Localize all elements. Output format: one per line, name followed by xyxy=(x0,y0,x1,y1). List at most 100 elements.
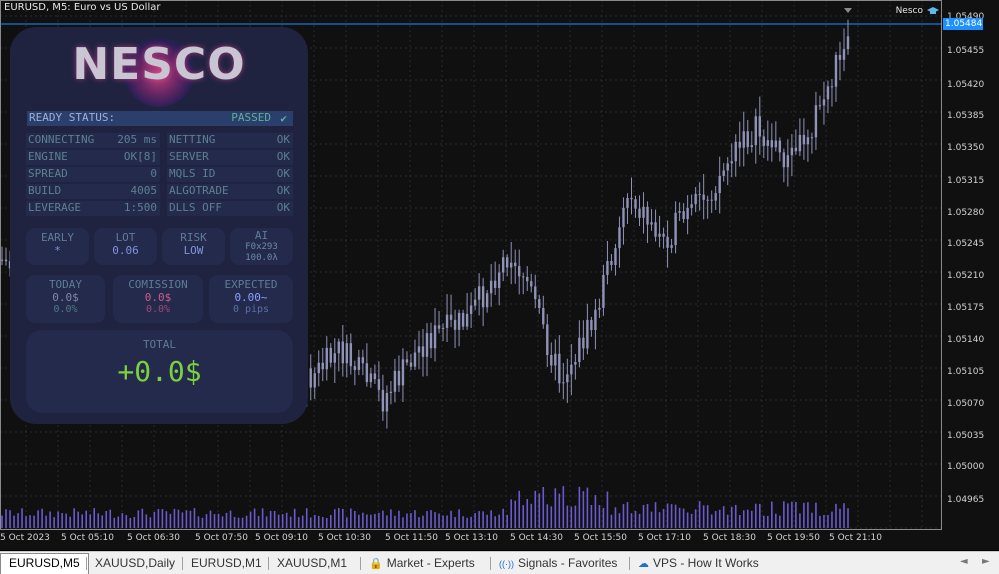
candle-body xyxy=(349,343,353,367)
time-tick-label: 5 Oct 15:50 xyxy=(574,533,627,543)
tab-separator xyxy=(86,557,87,570)
ai-value-2: 100.0λ xyxy=(245,253,278,263)
candle-body xyxy=(510,262,513,268)
tab-eurusd-m1[interactable]: EURUSD,M1 xyxy=(183,554,270,573)
time-tick-label: 5 Oct 2023 xyxy=(0,533,50,543)
candle-body xyxy=(453,319,457,330)
candle-body xyxy=(341,341,345,364)
stat-value: OK xyxy=(276,150,290,163)
candle-body xyxy=(485,293,489,308)
candle-body xyxy=(682,211,685,220)
price-tick-label: 1.05105 xyxy=(947,367,985,377)
tab-label: VPS - How It Works xyxy=(653,556,759,570)
candle-body xyxy=(313,373,316,388)
candle-body xyxy=(642,206,645,218)
candle-body xyxy=(650,222,653,225)
candle-body xyxy=(686,207,689,220)
candle-body xyxy=(477,286,481,300)
stat-value: OK[8] xyxy=(123,150,157,163)
stat-key: SERVER xyxy=(169,150,209,163)
candle-body xyxy=(562,382,565,384)
candle-body xyxy=(333,353,336,363)
candle-body xyxy=(550,354,553,366)
candle-body xyxy=(670,245,673,248)
candle-body xyxy=(722,170,725,176)
candle-body xyxy=(810,137,814,139)
tab-market-experts[interactable]: 🔒 Market - Experts xyxy=(361,554,483,573)
candle-body xyxy=(469,305,473,314)
time-tick-label: 5 Oct 18:30 xyxy=(703,533,756,543)
candle-body xyxy=(309,368,312,388)
early-label: EARLY xyxy=(40,231,75,244)
time-tick-label: 5 Oct 13:10 xyxy=(445,533,498,543)
expected-box: EXPECTED 0.00~ 0 pips xyxy=(209,275,293,323)
candle-body xyxy=(534,286,537,300)
candle-body xyxy=(317,362,320,374)
price-tick-label: 1.05420 xyxy=(947,80,985,90)
tab-xauusd-daily[interactable]: XAUUSD,Daily xyxy=(87,554,183,573)
price-tick-label: 1.05280 xyxy=(947,208,985,218)
stat-key: BUILD xyxy=(28,184,62,197)
candle-body xyxy=(0,259,4,261)
candle-body xyxy=(554,353,557,366)
candle-body xyxy=(598,307,601,310)
candle-body xyxy=(325,347,328,370)
price-tick-label: 1.05035 xyxy=(947,431,985,441)
candle-body xyxy=(602,274,605,308)
price-tick-label: 1.05315 xyxy=(947,176,985,186)
candle-body xyxy=(329,347,332,363)
time-tick-label: 5 Oct 11:50 xyxy=(385,533,438,543)
today-sub: 0.0% xyxy=(53,304,78,315)
tab-xauusd-m1[interactable]: XAUUSD,M1 xyxy=(269,554,355,573)
candle-body xyxy=(558,353,561,384)
candle-body xyxy=(530,281,533,287)
stat-key: CONNECTING xyxy=(28,133,95,146)
expected-label: EXPECTED xyxy=(224,278,278,291)
candle-body xyxy=(794,147,798,152)
stat-key: NETTING xyxy=(169,133,216,146)
candle-body xyxy=(461,312,465,327)
chart-area[interactable]: EURUSD, M5: Euro vs US Dollar Nesco NESC… xyxy=(0,0,999,550)
tab-eurusd-m5[interactable]: EURUSD,M5 xyxy=(0,553,89,574)
candle-body xyxy=(381,389,385,412)
candle-body xyxy=(393,370,397,392)
price-tick-label: 1.05385 xyxy=(947,111,985,121)
expert-advisor-label[interactable]: Nesco xyxy=(896,6,939,16)
risk-value: LOW xyxy=(183,244,204,257)
price-tick-label: 1.04965 xyxy=(947,495,985,505)
candle-body xyxy=(526,277,529,282)
candle-body xyxy=(481,286,485,308)
candle-body xyxy=(666,236,669,248)
candle-body xyxy=(505,257,509,268)
candle-body xyxy=(345,343,349,364)
candle-body xyxy=(582,337,585,349)
tab-vps-how-it-works[interactable]: ☁ VPS - How It Works xyxy=(630,554,767,573)
lot-value: 0.06 xyxy=(112,244,139,257)
price-tick-label: 1.05070 xyxy=(947,399,985,409)
candle-body xyxy=(698,193,701,195)
candle-body xyxy=(758,116,761,137)
stat-row: CONNECTING 205 ms xyxy=(26,133,160,148)
candle-body xyxy=(626,197,629,208)
stat-key: ENGINE xyxy=(28,150,68,163)
candle-body xyxy=(754,116,757,146)
candle-body xyxy=(614,248,617,265)
tab-label: Signals - Favorites xyxy=(518,556,618,570)
candle-body xyxy=(814,105,818,138)
candle-body xyxy=(353,366,357,370)
candle-body xyxy=(646,206,649,225)
candle-body xyxy=(618,227,621,249)
tab-signals-favorites[interactable]: ((·)) Signals - Favorites xyxy=(491,554,625,573)
candle-body xyxy=(413,352,417,367)
stat-row: MQLS ID OK xyxy=(167,167,293,182)
candle-body xyxy=(822,99,826,106)
candle-body xyxy=(790,147,794,156)
stat-row: ENGINE OK[8] xyxy=(26,150,160,165)
candle-body xyxy=(566,374,569,383)
candle-body xyxy=(806,137,810,145)
ai-box: AI F0x293 100.0λ xyxy=(230,228,293,265)
scroll-left-icon[interactable]: ◄ xyxy=(960,556,968,567)
comission-label: COMISSION xyxy=(128,278,188,291)
scroll-right-icon[interactable]: ► xyxy=(982,556,990,567)
candle-body xyxy=(818,105,822,107)
